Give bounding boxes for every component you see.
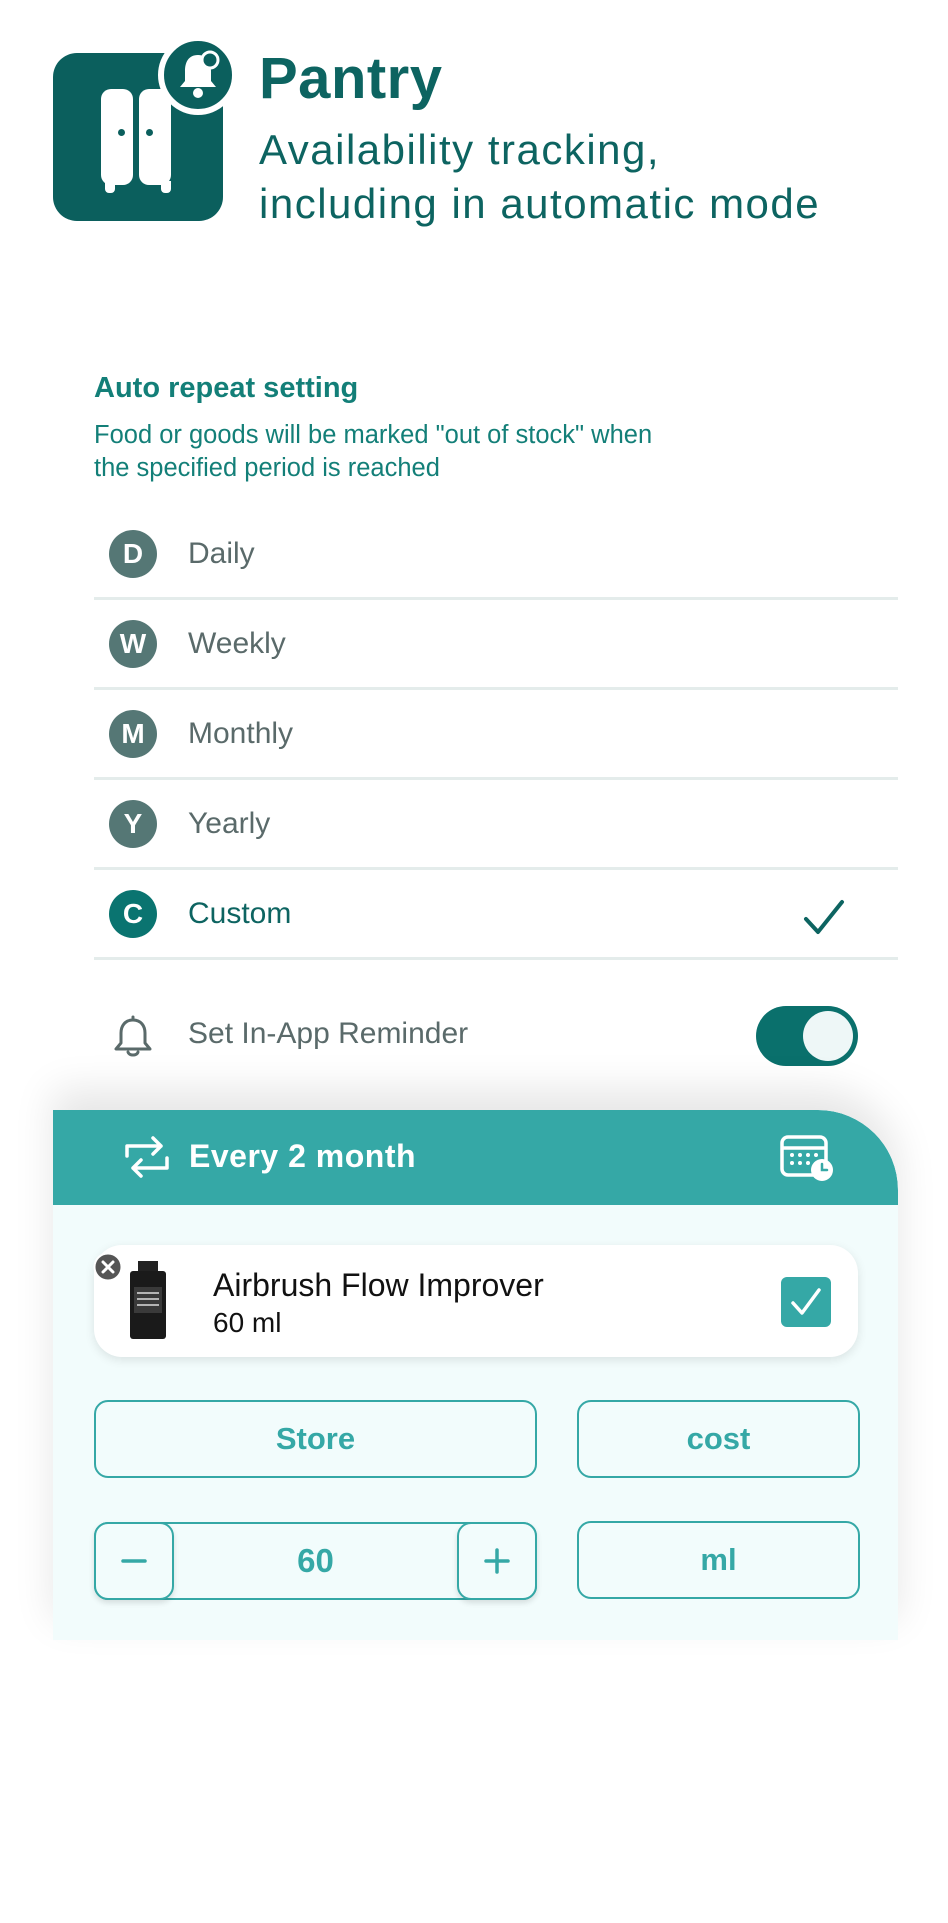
option-monthly[interactable]: M Monthly	[94, 690, 898, 780]
remove-item-icon[interactable]	[93, 1252, 123, 1282]
store-field[interactable]: Store	[94, 1400, 537, 1478]
unit-field[interactable]: ml	[577, 1521, 860, 1599]
option-badge: C	[109, 889, 157, 938]
reminder-label: Set In-App Reminder	[188, 1017, 469, 1050]
option-badge: D	[109, 529, 157, 578]
option-badge: M	[109, 709, 157, 758]
item-checkbox[interactable]	[781, 1277, 831, 1327]
option-custom[interactable]: C Custom	[94, 870, 898, 960]
option-badge: Y	[109, 799, 157, 848]
cost-field[interactable]: cost	[577, 1400, 860, 1478]
checkbox-check-icon	[791, 1288, 821, 1315]
option-label: Monthly	[188, 716, 294, 750]
auto-repeat-section: Auto repeat setting Food or goods will b…	[94, 372, 898, 485]
option-badge: W	[109, 619, 157, 668]
repeat-options-list: D Daily W Weekly M Monthly Y Yearly C Cu…	[94, 510, 898, 960]
reminder-toggle[interactable]	[756, 1006, 858, 1066]
app-header: Pantry Availability tracking, including …	[53, 35, 913, 227]
calendar-clock-icon[interactable]	[779, 1134, 835, 1182]
option-label: Custom	[188, 896, 292, 930]
card-title: Every 2 month	[189, 1138, 417, 1174]
option-label: Daily	[188, 536, 255, 570]
option-label: Yearly	[188, 806, 271, 840]
repeat-icon	[125, 1136, 169, 1178]
item-card[interactable]: Airbrush Flow Improver 60 ml	[94, 1245, 858, 1357]
item-name: Airbrush Flow Improver	[213, 1267, 544, 1303]
app-title: Pantry	[259, 46, 443, 111]
reminder-row: Set In-App Reminder	[94, 990, 898, 1080]
section-description: Food or goods will be marked "out of sto…	[94, 421, 653, 482]
decrement-button[interactable]	[94, 1522, 174, 1600]
option-yearly[interactable]: Y Yearly	[94, 780, 898, 870]
app-subtitle: Availability tracking, including in auto…	[259, 126, 821, 227]
bell-badge-icon	[158, 35, 238, 115]
item-quantity: 60 ml	[213, 1307, 282, 1338]
quantity-stepper: 60	[94, 1522, 537, 1600]
minus-icon	[121, 1559, 147, 1563]
product-bottle-image	[130, 1261, 166, 1339]
option-label: Weekly	[188, 626, 286, 660]
increment-button[interactable]	[457, 1522, 537, 1600]
card-header: Every 2 month	[53, 1110, 898, 1205]
repeat-card: Every 2 month Airbrush Flow Improver 60 …	[53, 1110, 898, 1640]
toggle-knob	[803, 1011, 853, 1061]
checkmark-icon	[804, 900, 844, 934]
option-weekly[interactable]: W Weekly	[94, 600, 898, 690]
plus-icon	[484, 1548, 510, 1574]
section-title: Auto repeat setting	[94, 372, 359, 404]
option-daily[interactable]: D Daily	[94, 510, 898, 600]
bell-icon	[114, 1015, 152, 1057]
